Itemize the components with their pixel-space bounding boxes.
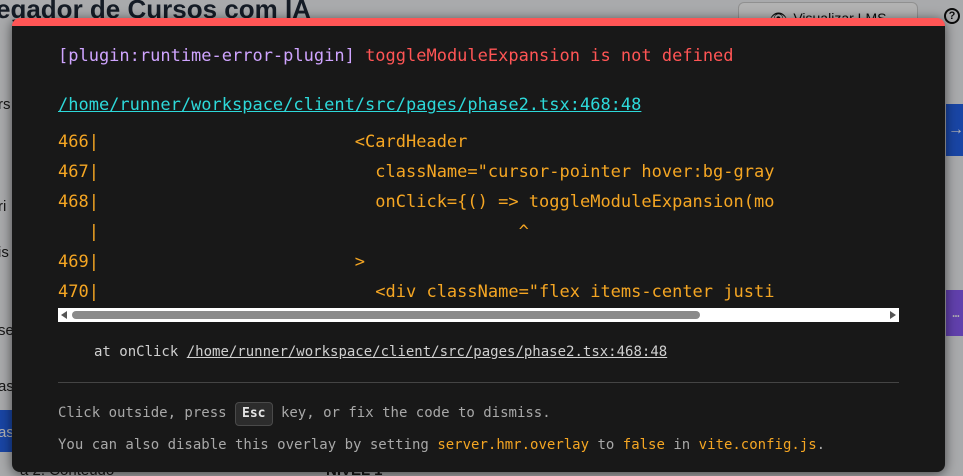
tip-text: Click outside, press — [58, 405, 227, 421]
code-frame[interactable]: 466| <CardHeader 467| className="cursor-… — [58, 127, 899, 307]
tip-text: key, or fix the code to dismiss. — [280, 405, 551, 421]
code-frame-scrollbar[interactable] — [58, 308, 899, 322]
code-line: 466| <CardHeader — [58, 132, 468, 152]
tip-text: . — [816, 437, 826, 453]
divider — [58, 382, 899, 383]
code-line: 469| > — [58, 252, 366, 272]
stack-prefix: at onClick — [94, 344, 179, 360]
scroll-left-icon[interactable] — [61, 311, 67, 319]
plugin-label: [plugin:runtime-error-plugin] — [58, 46, 355, 66]
scroll-thumb[interactable] — [72, 311, 700, 319]
config-file: vite.config.js — [698, 437, 817, 453]
error-file-link[interactable]: /home/runner/workspace/client/src/pages/… — [58, 95, 641, 115]
dismiss-tip: Click outside, press Esc key, or fix the… — [58, 402, 551, 426]
code-caret-line: | ^ — [58, 222, 529, 242]
config-value: false — [622, 437, 665, 453]
code-line: 467| className="cursor-pointer hover:bg-… — [58, 162, 775, 182]
code-line: 468| onClick={() => toggleModuleExpansio… — [58, 192, 775, 212]
tip-text: in — [673, 437, 691, 453]
tip-text: You can also disable this overlay by set… — [58, 437, 429, 453]
stack-trace: at onClick /home/runner/workspace/client… — [94, 344, 667, 360]
error-overlay: [plugin:runtime-error-plugin] toggleModu… — [12, 18, 945, 472]
code-line: 470| <div className="flex items-center j… — [58, 282, 775, 302]
config-key: server.hmr.overlay — [437, 437, 590, 453]
tip-text: to — [597, 437, 615, 453]
stack-file-link[interactable]: /home/runner/workspace/client/src/pages/… — [187, 344, 667, 360]
error-text: toggleModuleExpansion is not defined — [365, 46, 734, 66]
error-message: [plugin:runtime-error-plugin] toggleModu… — [58, 46, 734, 66]
esc-key: Esc — [235, 402, 273, 426]
scroll-right-icon[interactable] — [890, 311, 896, 319]
disable-tip: You can also disable this overlay by set… — [58, 437, 825, 453]
